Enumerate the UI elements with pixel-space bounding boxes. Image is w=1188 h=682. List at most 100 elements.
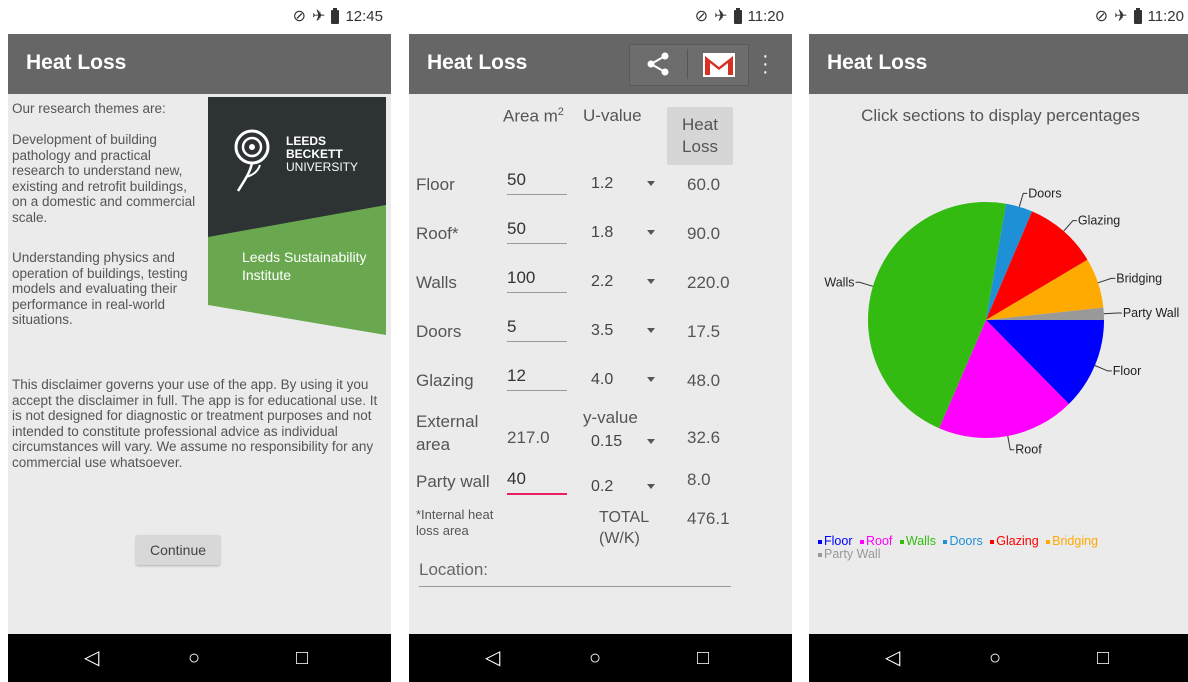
back-icon[interactable]: ◁	[485, 646, 500, 670]
battery-icon	[1133, 7, 1142, 24]
heat-loss-value: 8.0	[687, 470, 711, 489]
back-icon[interactable]: ◁	[84, 646, 99, 670]
do-not-disturb-icon: ⊘	[1094, 7, 1109, 25]
gmail-icon[interactable]	[703, 53, 735, 77]
research-intro: Our research themes are:	[12, 101, 166, 116]
dropdown-arrow-icon[interactable]	[647, 484, 655, 489]
logo-text-leeds: LEEDS	[286, 134, 327, 148]
leader-line	[855, 281, 874, 287]
nav-bar: ◁ ○ □	[809, 634, 1188, 682]
dropdown-arrow-icon[interactable]	[647, 279, 655, 284]
app-bar: Heat Loss	[809, 34, 1188, 94]
institute-name-line-1: Leeds Sustainability	[242, 249, 367, 265]
legend-label: Floor	[824, 534, 853, 548]
status-icons: ⊘ ✈ 11:20	[694, 7, 784, 25]
nav-bar: ◁ ○ □	[8, 634, 391, 682]
do-not-disturb-icon: ⊘	[694, 7, 709, 25]
airplane-icon: ✈	[312, 7, 326, 25]
uvalue-select[interactable]: 1.8	[591, 224, 613, 242]
legend-swatch	[818, 552, 822, 557]
app-title: Heat Loss	[427, 51, 528, 74]
share-icon[interactable]	[645, 51, 671, 77]
dropdown-arrow-icon[interactable]	[647, 377, 655, 382]
continue-button[interactable]: Continue	[136, 535, 220, 565]
app-bar: Heat Loss	[8, 34, 391, 94]
col-header-area: Area m2	[503, 106, 564, 126]
nav-bar: ◁ ○ □	[409, 634, 792, 682]
recents-icon[interactable]: □	[296, 646, 308, 670]
phone-screen-chart: ⊘ ✈ 11:20 Heat Loss Click sections to di…	[809, 0, 1188, 682]
overflow-menu-icon[interactable]: · · ·	[762, 46, 769, 82]
external-heat-value: 32.6	[687, 428, 721, 447]
recents-icon[interactable]: □	[1097, 646, 1109, 670]
research-theme-2: Understanding physics and operation of b…	[12, 250, 188, 327]
slice-label: Doors	[1028, 186, 1061, 200]
area-input[interactable]: 12	[507, 366, 567, 391]
legend-swatch	[818, 539, 822, 544]
uvalue-select[interactable]: 1.2	[591, 175, 613, 193]
area-input[interactable]: 100	[507, 268, 567, 293]
legend-label: Party Wall	[824, 547, 881, 561]
footnote-line-2: loss area	[416, 523, 469, 538]
home-icon[interactable]: ○	[989, 646, 1001, 670]
legend-swatch	[943, 539, 948, 544]
status-icons: ⊘ ✈ 11:20	[1094, 7, 1184, 25]
slice-label: Walls	[824, 275, 854, 289]
uvalue-select[interactable]: 4.0	[591, 371, 613, 389]
row-label: Roof*	[416, 224, 459, 243]
rose-icon	[234, 129, 270, 192]
divider	[687, 49, 688, 79]
back-icon[interactable]: ◁	[885, 646, 900, 670]
legend-item: Doors	[943, 534, 983, 548]
row-label: Floor	[416, 175, 455, 194]
battery-icon	[331, 7, 340, 24]
footnote-line-1: *Internal heat	[416, 507, 494, 522]
pie-chart[interactable]: Floor Roof Walls Doors Glazing Bridging Party …	[809, 100, 1188, 520]
uvalue-select[interactable]: 3.5	[591, 322, 613, 340]
location-input[interactable]: Location:	[419, 560, 731, 587]
leader-line	[1063, 220, 1077, 232]
yvalue-select[interactable]: 0.15	[591, 433, 622, 451]
row-label: Walls	[416, 273, 457, 292]
recents-icon[interactable]: □	[697, 646, 709, 670]
home-icon[interactable]: ○	[589, 646, 601, 670]
phone-screen-calculator: ⊘ ✈ 11:20 Heat Loss · · · Area m2 U-value …	[409, 0, 792, 682]
slice-label: Glazing	[1078, 214, 1120, 228]
logo-text-beckett: BECKETT	[286, 147, 343, 161]
status-bar: ⊘ ✈ 11:20	[809, 0, 1188, 34]
heat-loss-value: 17.5	[687, 322, 721, 341]
dropdown-arrow-icon[interactable]	[647, 181, 655, 186]
status-time: 11:20	[1147, 8, 1184, 25]
area-input[interactable]: 50	[507, 170, 567, 195]
row-label: Glazing	[416, 371, 474, 390]
uvalue-select[interactable]: 0.2	[591, 478, 613, 496]
leader-line	[1097, 277, 1116, 284]
area-input[interactable]: 5	[507, 317, 567, 342]
status-bar: ⊘ ✈ 12:45	[8, 0, 391, 34]
legend-item: Roof	[859, 534, 893, 548]
status-icons: ⊘ ✈ 12:45	[293, 7, 383, 25]
dropdown-arrow-icon[interactable]	[647, 328, 655, 333]
slice-label: Floor	[1113, 364, 1141, 378]
legend-swatch	[990, 539, 995, 544]
dropdown-arrow-icon[interactable]	[647, 230, 655, 235]
legend-label: Roof	[865, 534, 893, 548]
uvalue-select[interactable]: 2.2	[591, 273, 613, 291]
leader-line	[1103, 312, 1122, 315]
row-label: Doors	[416, 322, 462, 341]
total-label-line-1: TOTAL	[599, 509, 650, 526]
legend-label: Doors	[949, 534, 983, 548]
party-wall-area-input[interactable]: 40	[507, 469, 567, 495]
app-title: Heat Loss	[26, 51, 127, 74]
area-input[interactable]: 50	[507, 219, 567, 244]
external-label-line-1: External	[416, 412, 479, 431]
airplane-icon: ✈	[714, 7, 728, 25]
chart-legend: Floor Roof Walls Doors Glazing Bridging …	[818, 535, 1148, 561]
heat-loss-button[interactable]: Heat Loss	[667, 107, 733, 165]
app-bar: Heat Loss · · ·	[409, 34, 792, 94]
legend-swatch	[1046, 539, 1051, 544]
dropdown-arrow-icon[interactable]	[647, 439, 655, 444]
leader-line	[1007, 435, 1015, 451]
home-icon[interactable]: ○	[188, 646, 200, 670]
heat-loss-value: 60.0	[687, 175, 721, 194]
